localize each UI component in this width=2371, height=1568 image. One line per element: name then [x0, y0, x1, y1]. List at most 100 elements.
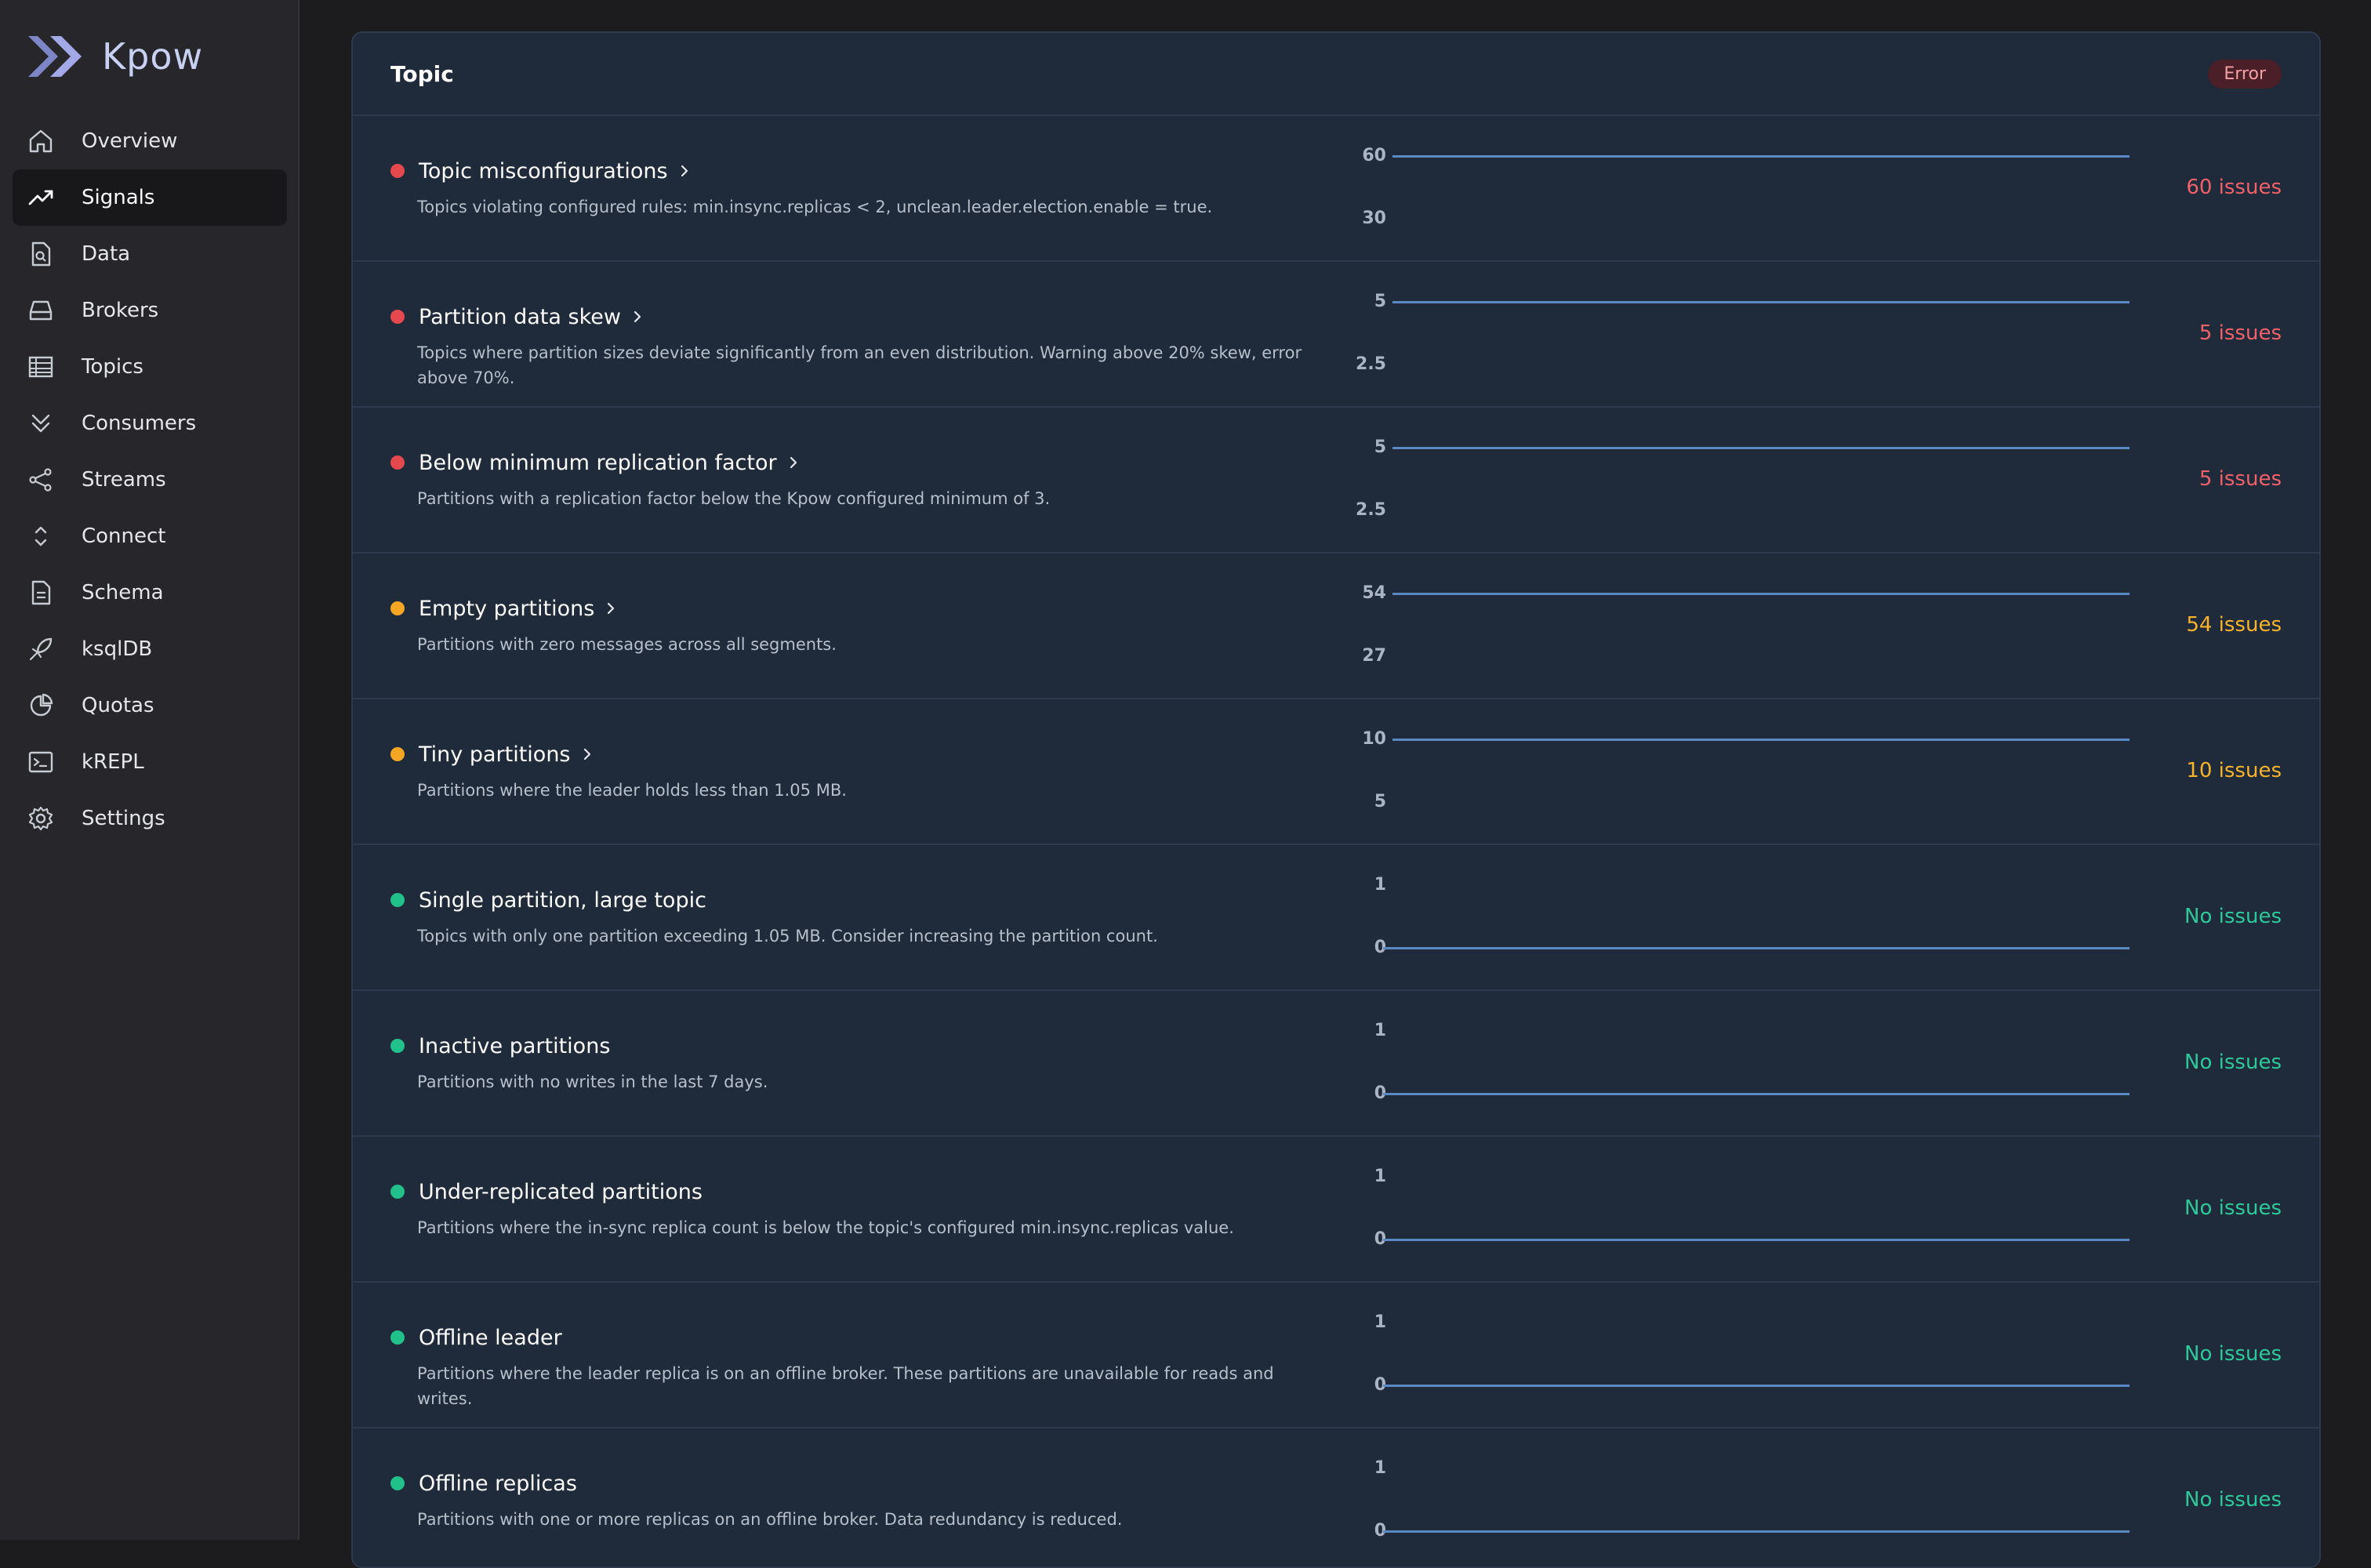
- signal-row: Offline leader Partitions where the leade…: [353, 1283, 2319, 1428]
- signal-row[interactable]: Tiny partitions Partitions where the lead…: [353, 699, 2319, 845]
- chevron-right-icon[interactable]: [788, 455, 801, 470]
- signal-row[interactable]: Empty partitionsPartitions with zero mes…: [353, 554, 2319, 699]
- y-tick-bottom: 30: [1339, 209, 1386, 228]
- signal-description: Topics where partition sizes deviate sig…: [417, 340, 1319, 390]
- signal-trend-chart: 10: [1339, 1165, 2321, 1259]
- pie-chart-icon: [27, 691, 55, 720]
- signal-trend-chart: 52.5: [1339, 290, 2321, 384]
- brand[interactable]: Kpow: [25, 31, 203, 82]
- chevron-right-icon[interactable]: [582, 746, 594, 762]
- sidebar-item-connect[interactable]: Connect: [13, 508, 287, 564]
- signal-description: Partitions with a replication factor bel…: [417, 486, 1319, 511]
- panel-header: Topic Error: [353, 33, 2319, 116]
- y-tick-bottom: 2.5: [1339, 354, 1386, 374]
- chevron-right-icon[interactable]: [679, 163, 692, 179]
- gear-icon: [27, 804, 55, 833]
- status-dot-icon: [390, 893, 405, 907]
- status-dot-icon: [390, 1330, 405, 1345]
- y-tick-bottom: 27: [1339, 646, 1386, 666]
- issue-count: No issues: [2184, 1051, 2282, 1074]
- signals-panel: Topic Error Topic misconfigurationsTopic…: [351, 31, 2321, 1568]
- signal-title: Inactive partitions: [419, 1034, 610, 1058]
- sidebar-item-topics[interactable]: Topics: [13, 339, 287, 395]
- y-tick-top: 60: [1339, 146, 1386, 165]
- home-icon: [27, 127, 55, 155]
- sidebar-item-consumers[interactable]: Consumers: [13, 395, 287, 452]
- sidebar-item-label: Overview: [82, 129, 177, 153]
- trend-line: [1392, 739, 2130, 741]
- issue-count: No issues: [2184, 905, 2282, 928]
- sidebar-item-settings[interactable]: Settings: [13, 790, 287, 847]
- signal-description: Topics with only one partition exceeding…: [417, 924, 1319, 949]
- signal-row: Under-replicated partitionsPartitions wh…: [353, 1137, 2319, 1283]
- sidebar-item-label: kREPL: [82, 750, 144, 774]
- signal-description: Partitions with no writes in the last 7 …: [417, 1069, 1319, 1094]
- chevrons-down-icon: [27, 409, 55, 437]
- issue-count: 5 issues: [2199, 321, 2282, 345]
- sidebar-item-ksqldb[interactable]: ksqlDB: [13, 621, 287, 677]
- signal-title[interactable]: Partition data skew: [419, 305, 621, 329]
- signal-list: Topic misconfigurations Topics violating …: [353, 116, 2319, 1568]
- panel-title: Topic: [390, 61, 454, 87]
- chevron-right-icon[interactable]: [605, 601, 618, 616]
- signal-title[interactable]: Topic misconfigurations: [419, 159, 668, 183]
- signal-title: Offline leader: [419, 1326, 562, 1350]
- y-tick-bottom: 0: [1339, 1229, 1386, 1249]
- signal-description: Partitions where the leader replica is o…: [417, 1361, 1319, 1411]
- sidebar-item-brokers[interactable]: Brokers: [13, 282, 287, 339]
- signal-trend-chart: 105: [1339, 728, 2321, 822]
- trend-line: [1392, 447, 2130, 449]
- status-dot-icon: [390, 310, 405, 324]
- kpow-logo-icon: [25, 31, 85, 82]
- sidebar-item-signals[interactable]: Signals: [13, 169, 287, 226]
- sidebar-item-label: Connect: [82, 524, 166, 548]
- signal-title[interactable]: Tiny partitions: [419, 742, 571, 767]
- y-tick-bottom: 0: [1339, 938, 1386, 957]
- trend-line: [1383, 947, 2130, 949]
- y-tick-top: 5: [1339, 437, 1386, 457]
- sidebar-item-streams[interactable]: Streams: [13, 452, 287, 508]
- issue-count: No issues: [2184, 1196, 2282, 1220]
- signal-title[interactable]: Empty partitions: [419, 597, 594, 621]
- signal-title[interactable]: Below minimum replication factor: [419, 451, 777, 475]
- status-dot-icon: [390, 1039, 405, 1053]
- trend-line: [1383, 1385, 2130, 1387]
- y-tick-top: 5: [1339, 292, 1386, 311]
- signal-title: Single partition, large topic: [419, 888, 706, 913]
- signal-row[interactable]: Topic misconfigurations Topics violating …: [353, 116, 2319, 262]
- signal-row: Single partition, large topic Topics with…: [353, 845, 2319, 991]
- sidebar-item-quotas[interactable]: Quotas: [13, 677, 287, 734]
- sidebar-item-label: ksqlDB: [82, 637, 152, 661]
- sidebar-item-schema[interactable]: Schema: [13, 564, 287, 621]
- signal-trend-chart: 60 30: [1339, 144, 2321, 238]
- signal-row: Inactive partitions Partitions with no wr…: [353, 991, 2319, 1137]
- signal-row[interactable]: Below minimum replication factor Partitio…: [353, 408, 2319, 554]
- signal-trend-chart: 10: [1339, 873, 2321, 967]
- signal-description: Topics violating configured rules: min.i…: [417, 194, 1319, 220]
- status-dot-icon: [390, 1476, 405, 1490]
- document-icon: [27, 579, 55, 607]
- sidebar-item-krepl[interactable]: kREPL: [13, 734, 287, 790]
- signal-trend-chart: 10: [1339, 1457, 2321, 1551]
- status-badge: Error: [2208, 60, 2282, 89]
- trend-line: [1392, 301, 2130, 303]
- sidebar-item-overview[interactable]: Overview: [13, 113, 287, 169]
- sidebar-nav: Overview SignalsDataBrokersTopicsConsumer…: [13, 113, 287, 847]
- y-tick-bottom: 2.5: [1339, 500, 1386, 520]
- status-dot-icon: [390, 456, 405, 470]
- brand-name: Kpow: [102, 35, 203, 78]
- terminal-icon: [27, 748, 55, 776]
- signal-row[interactable]: Partition data skew Topics where partitio…: [353, 262, 2319, 408]
- signal-description: Partitions where the leader holds less t…: [417, 778, 1319, 803]
- chevron-right-icon[interactable]: [632, 309, 644, 325]
- y-tick-bottom: 0: [1339, 1083, 1386, 1103]
- issue-count: No issues: [2184, 1488, 2282, 1512]
- y-tick-top: 10: [1339, 729, 1386, 749]
- signal-description: Partitions with one or more replicas on …: [417, 1507, 1319, 1532]
- y-tick-top: 1: [1339, 1458, 1386, 1478]
- trend-line: [1392, 155, 2130, 158]
- issue-count: 60 issues: [2186, 176, 2282, 199]
- signal-trend-chart: 10: [1339, 1019, 2321, 1113]
- signal-trend-chart: 52.5: [1339, 436, 2321, 530]
- sidebar-item-data[interactable]: Data: [13, 226, 287, 282]
